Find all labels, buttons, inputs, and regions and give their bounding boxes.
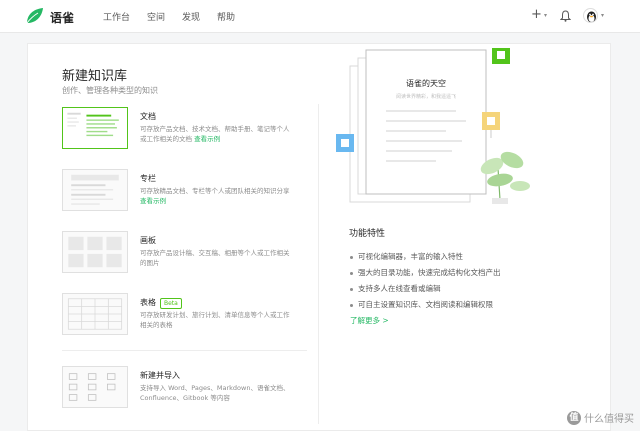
doc-thumbnail[interactable] xyxy=(62,107,128,149)
repo-type-board[interactable]: 画板 可存放产品设计稿、交互稿、相册等个人或工作相关的图片 xyxy=(62,231,302,291)
vertical-divider xyxy=(318,104,319,424)
nav-help[interactable]: 帮助 xyxy=(217,10,235,23)
yuque-logo-icon[interactable] xyxy=(25,7,45,25)
sheet-thumbnail[interactable] xyxy=(62,293,128,335)
type-desc: 可存放研发计划、旅行计划、清单信息等个人或工作相关的表格 xyxy=(140,311,290,329)
watermark: 值 什么值得买 xyxy=(567,410,634,425)
repo-type-import[interactable]: 新建并导入 支持导入 Word、Pages、Markdown、语雀文档、Conf… xyxy=(62,366,302,426)
plus-icon[interactable]: + xyxy=(531,8,542,21)
watermark-text: 什么值得买 xyxy=(584,414,634,425)
view-example-link[interactable]: 查看示例 xyxy=(140,197,166,205)
type-name: 画板 xyxy=(140,236,156,245)
type-name: 新建并导入 xyxy=(140,371,180,380)
page-subtitle: 创作、管理各种类型的知识 xyxy=(62,86,158,95)
repo-type-doc[interactable]: 文档 可存放产品文档、技术文档、帮助手册、笔记等个人或工作相关的文档 查看示例 xyxy=(62,107,302,167)
penguin-avatar-icon xyxy=(587,11,596,22)
type-desc: 可存放产品设计稿、交互稿、相册等个人或工作相关的图片 xyxy=(140,249,290,267)
nav-discover[interactable]: 发现 xyxy=(182,10,200,23)
feature-item: 可视化编辑器，丰富的输入特性 xyxy=(349,249,501,265)
page-title: 新建知识库 xyxy=(62,69,128,84)
main-nav: 工作台 空间 发现 帮助 xyxy=(103,10,235,23)
illus-doc-title: 语雀的天空 xyxy=(406,78,446,88)
repo-type-list: 文档 可存放产品文档、技术文档、帮助手册、笔记等个人或工作相关的文档 查看示例 … xyxy=(62,107,302,355)
brand-name[interactable]: 语雀 xyxy=(50,9,74,26)
type-desc: 支持导入 Word、Pages、Markdown、语雀文档、Confluence… xyxy=(140,384,290,402)
features-list: 可视化编辑器，丰富的输入特性 强大的目录功能，快速完成结构化文档产出 支持多人在… xyxy=(349,249,501,313)
feature-item: 支持多人在线查看或编辑 xyxy=(349,281,501,297)
type-name: 表格 Beta xyxy=(140,297,182,309)
board-thumbnail[interactable] xyxy=(62,231,128,273)
nav-workbench[interactable]: 工作台 xyxy=(103,10,130,23)
type-name: 文档 xyxy=(140,112,156,121)
bell-icon[interactable] xyxy=(560,10,571,22)
chevron-down-icon[interactable]: ▾ xyxy=(544,12,547,19)
learn-more-link[interactable]: 了解更多 > xyxy=(350,315,389,326)
avatar[interactable] xyxy=(583,8,598,23)
avatar-chevron-icon[interactable]: ▾ xyxy=(601,12,604,19)
top-navigation-bar: 语雀 工作台 空间 发现 帮助 + ▾ ▾ xyxy=(0,0,640,33)
features-title: 功能特性 xyxy=(349,229,386,239)
type-desc: 可存放精品文档、专栏等个人或团队相关的知识分享 查看示例 xyxy=(140,187,290,205)
illus-doc-subtitle: 阅读世界精彩，和我遥遥飞 xyxy=(396,93,456,100)
feature-item: 强大的目录功能，快速完成结构化文档产出 xyxy=(349,265,501,281)
feature-item: 可自主设置知识库、文档阅读和编辑权限 xyxy=(349,297,501,313)
view-example-link[interactable]: 查看示例 xyxy=(194,135,220,143)
repo-type-sheet[interactable]: 表格 Beta 可存放研发计划、旅行计划、清单信息等个人或工作相关的表格 xyxy=(62,293,302,353)
section-divider xyxy=(62,350,307,351)
column-thumbnail[interactable] xyxy=(62,169,128,211)
type-name: 专栏 xyxy=(140,174,156,183)
type-desc: 可存放产品文档、技术文档、帮助手册、笔记等个人或工作相关的文档 查看示例 xyxy=(140,125,290,143)
nav-space[interactable]: 空间 xyxy=(147,10,165,23)
import-thumbnail[interactable] xyxy=(62,366,128,408)
watermark-badge: 值 xyxy=(567,410,581,425)
beta-badge: Beta xyxy=(160,298,182,309)
repo-type-column[interactable]: 专栏 可存放精品文档、专栏等个人或团队相关的知识分享 查看示例 xyxy=(62,169,302,229)
repo-illustration: 语雀的天空 阅读世界精彩，和我遥遥飞 xyxy=(336,48,530,204)
